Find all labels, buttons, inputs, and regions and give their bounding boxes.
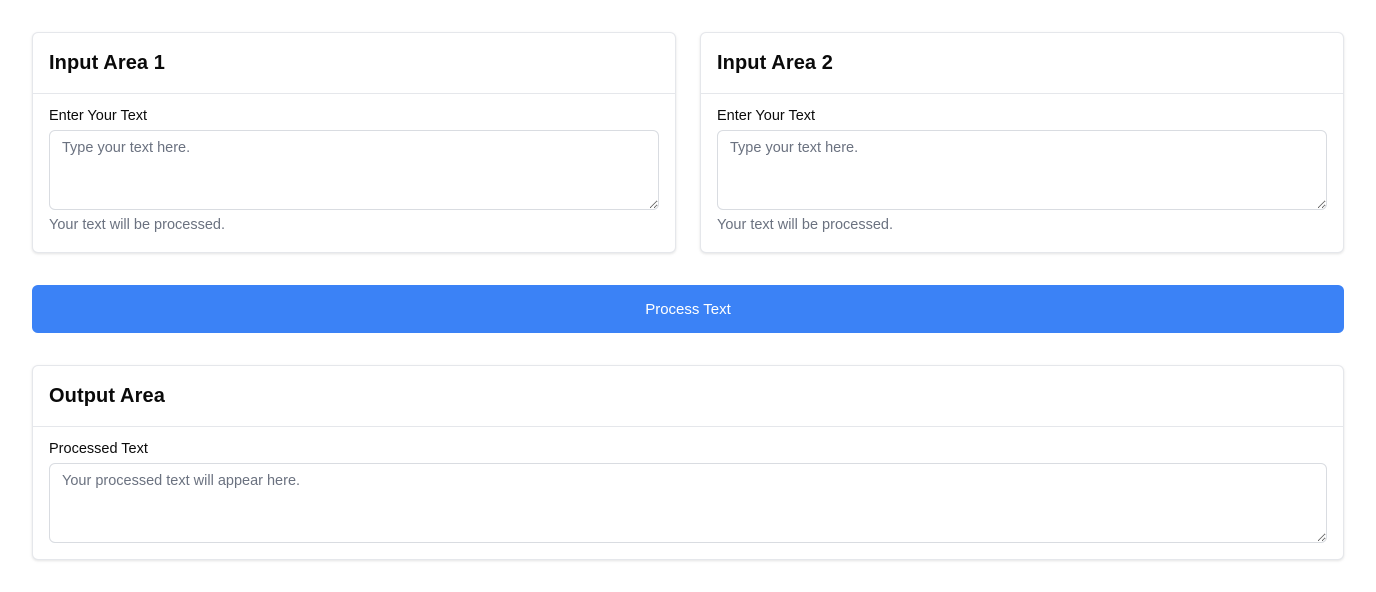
input-area-2-textarea[interactable] [717,130,1327,210]
input-area-2-card: Input Area 2 Enter Your Text Your text w… [700,32,1344,253]
output-area-header: Output Area [33,366,1343,427]
input-area-2-label: Enter Your Text [717,108,816,124]
input-area-1-textarea[interactable] [49,130,659,210]
input-area-1-title: Input Area 1 [49,51,166,74]
input-area-2-body: Enter Your Text Your text will be proces… [701,94,1343,234]
page: Input Area 1 Enter Your Text Your text w… [0,0,1376,592]
output-area-card: Output Area Processed Text [32,365,1344,560]
output-textarea[interactable] [49,463,1327,543]
input-area-1-body: Enter Your Text Your text will be proces… [33,94,675,234]
output-area-title: Output Area [49,384,165,407]
input-area-2-helper-text: Your text will be processed. [717,217,893,233]
output-area-label: Processed Text [49,441,148,457]
input-area-1-label: Enter Your Text [49,108,148,124]
input-area-2-title: Input Area 2 [717,51,834,74]
input-area-1-helper-text: Your text will be processed. [49,217,225,233]
input-area-2-header: Input Area 2 [701,33,1343,94]
input-area-1-card: Input Area 1 Enter Your Text Your text w… [32,32,676,253]
output-area-body: Processed Text [33,427,1343,543]
input-area-1-header: Input Area 1 [33,33,675,94]
process-text-button[interactable]: Process Text [32,285,1344,333]
